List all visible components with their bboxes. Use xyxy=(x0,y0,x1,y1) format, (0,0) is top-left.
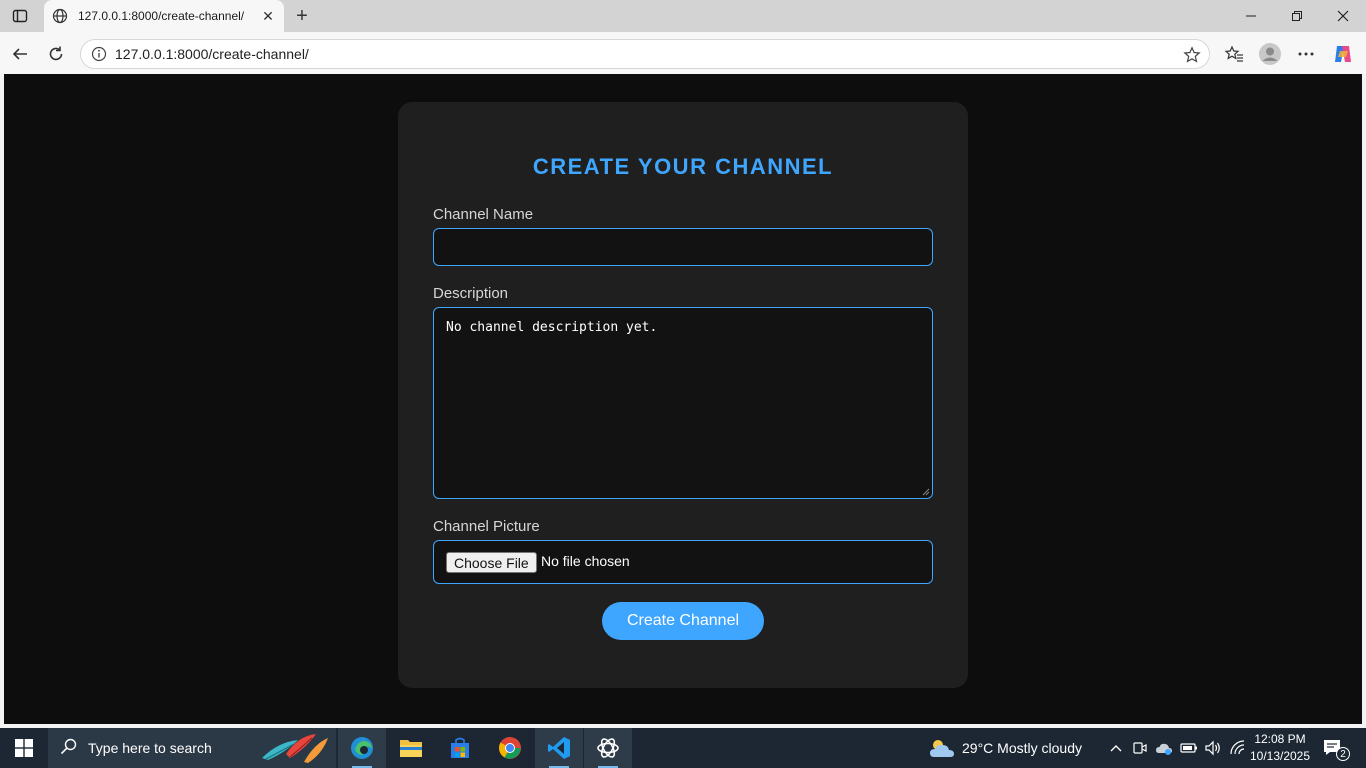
tab-title: 127.0.0.1:8000/create-channel/ xyxy=(78,9,245,23)
restore-icon[interactable] xyxy=(1274,0,1320,32)
chevron-up-icon xyxy=(1110,745,1122,752)
channel-name-label: Channel Name xyxy=(433,206,534,223)
battery-icon[interactable] xyxy=(1180,728,1198,768)
tab-strip: 127.0.0.1:8000/create-channel/ ✕ + xyxy=(0,0,1366,32)
notification-center-icon[interactable]: 2 xyxy=(1322,728,1352,768)
search-icon xyxy=(60,737,78,760)
profile-avatar[interactable] xyxy=(1256,40,1284,68)
url-text: 127.0.0.1:8000/create-channel/ xyxy=(115,46,309,62)
refresh-icon[interactable] xyxy=(42,40,70,68)
store-icon xyxy=(451,737,469,758)
favorite-star-icon[interactable] xyxy=(1183,46,1201,64)
meet-now-icon[interactable] xyxy=(1132,728,1148,768)
weather-text: 29°C Mostly cloudy xyxy=(962,740,1082,756)
clock-date: 10/13/2025 xyxy=(1249,749,1311,763)
back-icon[interactable] xyxy=(6,40,34,68)
taskbar-store[interactable] xyxy=(436,728,484,768)
taskbar: Type here to search 29°C Mostly cloudy 1… xyxy=(0,728,1366,768)
create-channel-button[interactable]: Create Channel xyxy=(602,602,764,640)
no-file-text: No file chosen xyxy=(541,553,630,569)
taskbar-chrome[interactable] xyxy=(486,728,534,768)
chrome-icon xyxy=(499,737,521,759)
tab-actions-icon[interactable] xyxy=(6,4,34,28)
notification-count-badge: 2 xyxy=(1336,747,1350,761)
volume-icon[interactable] xyxy=(1204,728,1222,768)
channel-picture-input[interactable]: Choose File No file chosen xyxy=(433,540,933,584)
browser-tab[interactable]: 127.0.0.1:8000/create-channel/ ✕ xyxy=(44,0,284,32)
taskbar-search[interactable]: Type here to search xyxy=(48,728,336,768)
minimize-icon[interactable] xyxy=(1228,0,1274,32)
taskbar-chatgpt[interactable] xyxy=(584,728,632,768)
onedrive-icon[interactable] xyxy=(1155,728,1173,768)
vscode-icon xyxy=(548,737,570,759)
cloudy-weather-icon xyxy=(930,740,954,757)
new-tab-icon[interactable]: + xyxy=(290,4,314,28)
page-viewport: CREATE YOUR CHANNEL Channel Name Descrip… xyxy=(4,74,1362,724)
search-placeholder: Type here to search xyxy=(88,740,212,756)
favorites-icon[interactable] xyxy=(1220,40,1248,68)
description-label: Description xyxy=(433,285,509,302)
close-window-icon[interactable] xyxy=(1320,0,1366,32)
folder-icon xyxy=(400,740,422,757)
description-textarea[interactable]: No channel description yet. xyxy=(433,307,933,499)
create-channel-card: CREATE YOUR CHANNEL Channel Name Descrip… xyxy=(398,102,968,688)
feathers-art-icon xyxy=(262,734,328,763)
windows-start-icon[interactable] xyxy=(0,728,48,768)
taskbar-clock[interactable]: 12:08 PM 10/13/2025 xyxy=(1245,731,1315,765)
more-options-icon[interactable] xyxy=(1292,40,1320,68)
taskbar-edge[interactable] xyxy=(338,728,386,768)
edge-icon xyxy=(351,737,373,759)
browser-toolbar: 127.0.0.1:8000/create-channel/ xyxy=(0,32,1366,74)
show-hidden-icons[interactable] xyxy=(1108,728,1124,768)
globe-icon xyxy=(52,8,68,24)
copilot-icon[interactable] xyxy=(1329,40,1357,68)
close-tab-icon[interactable]: ✕ xyxy=(260,8,276,24)
address-bar[interactable]: 127.0.0.1:8000/create-channel/ xyxy=(80,39,1210,69)
page-title: CREATE YOUR CHANNEL xyxy=(532,154,834,179)
chatgpt-icon xyxy=(597,738,619,758)
weather-widget[interactable]: 29°C Mostly cloudy xyxy=(928,728,1082,768)
info-icon[interactable] xyxy=(91,46,107,62)
taskbar-vscode[interactable] xyxy=(535,728,583,768)
clock-time: 12:08 PM xyxy=(1254,732,1306,746)
taskbar-file-explorer[interactable] xyxy=(387,728,435,768)
resize-grip-icon[interactable] xyxy=(922,488,930,496)
channel-name-input[interactable] xyxy=(433,228,933,266)
channel-picture-label: Channel Picture xyxy=(433,518,540,535)
description-value: No channel description yet. xyxy=(446,320,658,335)
choose-file-button[interactable]: Choose File xyxy=(446,552,537,573)
